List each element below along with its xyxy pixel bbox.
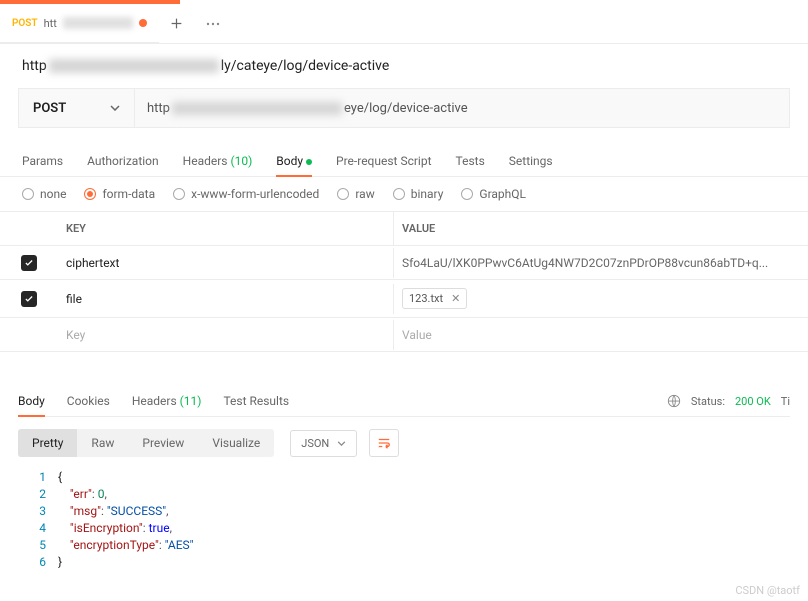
method-dropdown[interactable]: POST: [19, 89, 135, 127]
table-row[interactable]: ciphertext Sfo4LaU/lXK0PPwvC6AtUg4NW7D2C…: [0, 246, 808, 280]
row-checkbox[interactable]: [21, 255, 37, 271]
wrap-icon: [377, 436, 391, 450]
tab-tests[interactable]: Tests: [456, 146, 485, 176]
tab-label-redacted: [63, 17, 133, 29]
key-cell[interactable]: ciphertext: [58, 248, 394, 278]
body-type-none[interactable]: none: [22, 187, 66, 201]
remove-file-button[interactable]: ✕: [451, 292, 460, 305]
view-raw[interactable]: Raw: [77, 429, 128, 457]
ellipsis-icon: [206, 22, 220, 26]
url-prefix: http: [22, 58, 47, 74]
check-icon: [24, 294, 34, 304]
body-type-graphql[interactable]: GraphQL: [461, 187, 526, 201]
body-active-dot-icon: [306, 159, 312, 165]
check-icon: [24, 258, 34, 268]
response-view-row: Pretty Raw Preview Visualize JSON: [18, 417, 790, 469]
status-label: Status:: [691, 395, 725, 408]
url-suffix: ly/cateye/log/device-active: [221, 58, 390, 74]
wrap-lines-button[interactable]: [369, 429, 399, 457]
col-key: KEY: [58, 212, 394, 245]
body-type-formdata[interactable]: form-data: [84, 187, 155, 201]
table-row-empty[interactable]: Key Value: [0, 318, 808, 352]
code-line: 1{: [18, 469, 790, 486]
key-placeholder[interactable]: Key: [58, 320, 394, 350]
tab-authorization[interactable]: Authorization: [87, 146, 159, 176]
request-tabs-row: POST htt: [0, 4, 808, 44]
request-url-row: POST http eye/log/device-active: [18, 88, 790, 128]
body-type-selector: none form-data x-www-form-urlencoded raw…: [0, 177, 808, 211]
tab-body[interactable]: Body: [276, 146, 312, 176]
code-line: 4 "isEncryption": true,: [18, 520, 790, 537]
row-checkbox[interactable]: [21, 291, 37, 307]
response-section: Body Cookies Headers (11) Test Results S…: [0, 386, 808, 571]
key-cell[interactable]: file: [58, 284, 394, 314]
formdata-table: KEY VALUE ciphertext Sfo4LaU/lXK0PPwvC6A…: [0, 211, 808, 352]
body-type-urlencoded[interactable]: x-www-form-urlencoded: [173, 187, 319, 201]
value-cell[interactable]: Sfo4LaU/lXK0PPwvC6AtUg4NW7D2C07znPDrOP88…: [394, 248, 808, 278]
response-body-code[interactable]: 1{2 "err": 0,3 "msg": "SUCCESS",4 "isEnc…: [18, 469, 790, 571]
view-pretty[interactable]: Pretty: [18, 429, 77, 457]
code-line: 6}: [18, 554, 790, 571]
format-dropdown[interactable]: JSON: [290, 430, 357, 457]
code-line: 3 "msg": "SUCCESS",: [18, 503, 790, 520]
tab-settings[interactable]: Settings: [509, 146, 553, 176]
table-row[interactable]: file 123.txt ✕: [0, 280, 808, 318]
request-tab[interactable]: POST htt: [0, 4, 159, 43]
file-name: 123.txt: [409, 292, 443, 305]
url-redacted: [49, 59, 219, 73]
resp-tab-body[interactable]: Body: [18, 386, 45, 416]
value-placeholder[interactable]: Value: [394, 320, 808, 350]
response-tabs: Body Cookies Headers (11) Test Results S…: [18, 386, 790, 417]
globe-icon[interactable]: [667, 394, 681, 408]
url-input[interactable]: http eye/log/device-active: [135, 89, 789, 127]
view-preview[interactable]: Preview: [128, 429, 198, 457]
response-status: Status: 200 OK Ti: [667, 394, 790, 408]
view-visualize[interactable]: Visualize: [198, 429, 274, 457]
chevron-down-icon: [110, 105, 120, 111]
chevron-down-icon: [337, 441, 346, 446]
col-value: VALUE: [394, 212, 808, 245]
body-type-binary[interactable]: binary: [393, 187, 444, 201]
tab-method: POST: [12, 18, 38, 29]
status-trailing: Ti: [781, 395, 790, 408]
resp-tab-cookies[interactable]: Cookies: [67, 386, 110, 416]
tab-prerequest[interactable]: Pre-request Script: [336, 146, 431, 176]
tab-label-prefix: htt: [44, 17, 57, 30]
code-line: 5 "encryptionType": "AES": [18, 537, 790, 554]
unsaved-dot-icon: [139, 19, 147, 27]
tab-headers[interactable]: Headers (10): [183, 146, 253, 176]
value-cell[interactable]: 123.txt ✕: [394, 280, 808, 317]
watermark: CSDN @taotf: [735, 584, 800, 597]
plus-icon: [170, 17, 183, 30]
url-input-redacted: [172, 102, 342, 115]
url-input-prefix: http: [147, 101, 170, 116]
resp-tab-headers[interactable]: Headers (11): [132, 386, 202, 416]
body-type-raw[interactable]: raw: [337, 187, 374, 201]
url-input-suffix: eye/log/device-active: [344, 101, 468, 116]
code-line: 2 "err": 0,: [18, 486, 790, 503]
table-header-row: KEY VALUE: [0, 212, 808, 246]
tab-options-button[interactable]: [195, 6, 231, 42]
request-name: http ly/cateye/log/device-active: [0, 44, 808, 88]
file-chip[interactable]: 123.txt ✕: [402, 288, 467, 309]
view-mode-tabs: Pretty Raw Preview Visualize: [18, 429, 274, 457]
request-section-tabs: Params Authorization Headers (10) Body P…: [0, 146, 808, 177]
tab-params[interactable]: Params: [22, 146, 63, 176]
new-tab-button[interactable]: [159, 6, 195, 42]
method-value: POST: [33, 101, 66, 116]
resp-tab-testresults[interactable]: Test Results: [223, 386, 289, 416]
status-code: 200 OK: [735, 395, 771, 408]
